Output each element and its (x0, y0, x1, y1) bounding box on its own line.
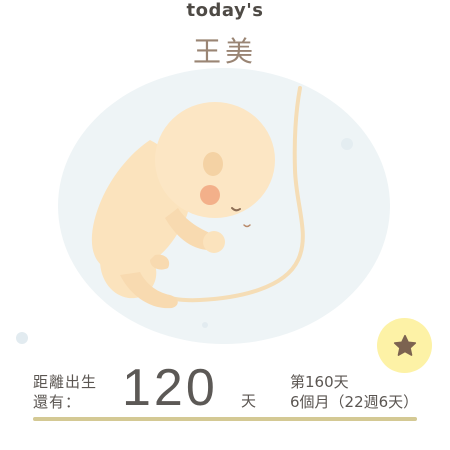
bubble-dot (341, 138, 353, 150)
today-label: today's (186, 0, 264, 21)
baby-cheek (200, 185, 220, 205)
progress-bar (33, 417, 417, 421)
countdown-label-line2: 還有： (33, 393, 82, 411)
baby-ear (203, 152, 223, 176)
favorite-button[interactable] (377, 318, 432, 373)
baby-hand (203, 231, 225, 253)
today-screen: today's 王美 距離出生 還有： 120 天 第160天 6個月（22週6… (0, 0, 450, 450)
days-unit: 天 (241, 392, 257, 410)
bubble-dot (202, 322, 208, 328)
countdown-label: 距離出生 還有： (33, 372, 97, 412)
days-remaining: 120 (122, 359, 218, 417)
pregnancy-day: 第160天 (290, 373, 349, 391)
bubble-dot (16, 332, 28, 344)
star-icon (393, 334, 416, 356)
progress-fill (33, 417, 417, 421)
pregnancy-info: 第160天 6個月（22週6天） (290, 372, 418, 412)
fetus-illustration (16, 68, 390, 344)
pregnancy-month-week: 6個月（22週6天） (290, 393, 419, 411)
countdown-label-line1: 距離出生 (33, 373, 98, 391)
